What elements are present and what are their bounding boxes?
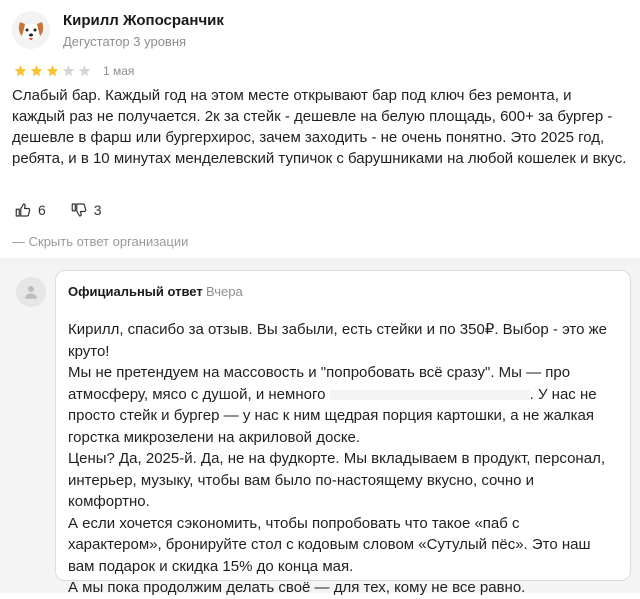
- review-card: Кирилл Жопосранчик Дегустатор 3 уровня 1…: [0, 0, 640, 258]
- author-name[interactable]: Кирилл Жопосранчик: [63, 12, 224, 29]
- response-paragraph: Цены? Да, 2025-й. Да, не на фудкорте. Мы…: [68, 450, 605, 510]
- thumbs-up-icon[interactable]: [14, 201, 32, 219]
- review-text: Слабый бар. Каждый год на этом месте отк…: [12, 87, 627, 167]
- response-paragraph: А если хочется сэкономить, чтобы попробо…: [68, 514, 591, 575]
- reactions: 6 3: [14, 200, 102, 220]
- star-filled-icon: [30, 65, 43, 77]
- response-paragraph: Мы не претендуем на массовость и "попроб…: [68, 362, 613, 448]
- organization-response: Официальный ответ Вчера Кирилл, спасибо …: [0, 266, 640, 596]
- dog-avatar-icon: [12, 11, 50, 49]
- star-filled-icon: [14, 65, 27, 77]
- like-count: 6: [38, 202, 46, 218]
- avatar[interactable]: [12, 11, 50, 49]
- response-text: Кирилл, спасибо за отзыв. Вы забыли, ест…: [68, 319, 613, 599]
- rating-stars: [13, 64, 92, 78]
- dislike-count: 3: [93, 202, 102, 218]
- hide-response-link[interactable]: — Скрыть ответ организации: [12, 234, 188, 249]
- org-avatar: [16, 277, 46, 307]
- response-paragraph: А мы пока продолжим делать своё — для те…: [68, 579, 526, 596]
- redacted-text: [329, 389, 530, 400]
- star-empty-icon: [62, 65, 75, 77]
- divider: [0, 258, 640, 266]
- star-filled-icon: [46, 65, 59, 77]
- author-level: Дегустатор 3 уровня: [63, 34, 187, 49]
- response-bubble: Официальный ответ Вчера Кирилл, спасибо …: [55, 270, 631, 596]
- response-paragraph: Кирилл, спасибо за отзыв. Вы забыли, ест…: [68, 321, 607, 360]
- thumbs-down-icon[interactable]: [70, 201, 88, 219]
- response-date: Вчера: [206, 284, 243, 299]
- organization-icon: [25, 286, 37, 299]
- review-date: 1 мая: [103, 64, 135, 78]
- official-response-label: Официальный ответ: [68, 284, 203, 299]
- star-empty-icon: [78, 65, 91, 77]
